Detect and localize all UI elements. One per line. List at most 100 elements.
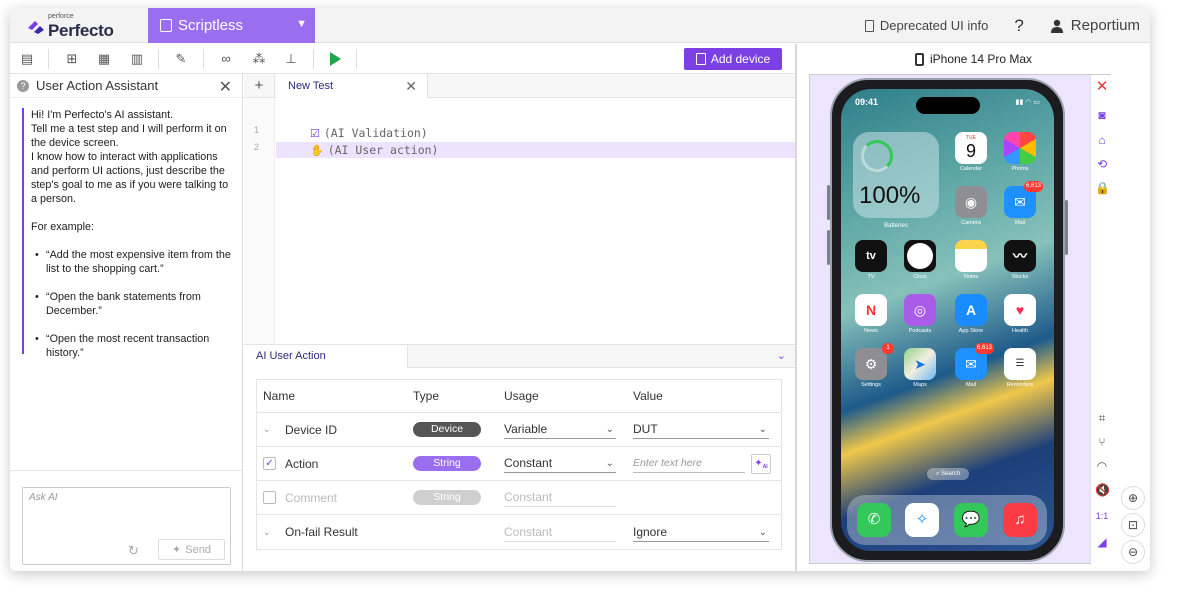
help-icon[interactable]: ? bbox=[1014, 16, 1023, 36]
mute-icon[interactable]: 🔇 bbox=[1095, 483, 1110, 497]
chevron-down-icon[interactable]: ⌄ bbox=[263, 527, 273, 538]
scan-icon[interactable]: ⌗ bbox=[1095, 411, 1109, 425]
mail-app[interactable]: ✉ 6,613 Mail bbox=[1004, 181, 1043, 226]
music-app-icon[interactable]: ♫ bbox=[1003, 503, 1037, 537]
news-app[interactable]: N News bbox=[855, 294, 887, 334]
battery-widget[interactable]: 100% Batteries bbox=[853, 132, 939, 229]
camera-app[interactable]: ◉ Camera bbox=[955, 186, 987, 226]
edit-icon[interactable]: ✎ bbox=[173, 51, 189, 67]
chevron-down-icon[interactable]: ⌄ bbox=[263, 424, 273, 435]
ai-validation-icon: ☑ bbox=[310, 127, 320, 140]
module-selector[interactable]: Scriptless ▼ bbox=[148, 8, 315, 43]
test-file-icon[interactable]: ▤ bbox=[19, 51, 35, 67]
calendar-app[interactable]: TUE 9 Calendar bbox=[955, 132, 987, 172]
hierarchy-icon[interactable]: ⊥ bbox=[283, 51, 299, 67]
usage-select: Constant bbox=[504, 488, 616, 507]
add-step-icon[interactable]: ⊞ bbox=[64, 51, 80, 67]
usb-icon[interactable]: ⑂ bbox=[1095, 435, 1109, 449]
close-tab-icon[interactable]: ✕ bbox=[405, 74, 417, 98]
stocks-app[interactable]: 〰 Stocks bbox=[1004, 240, 1036, 280]
reminders-app[interactable]: ☰ Reminders bbox=[1004, 348, 1036, 388]
lock-icon[interactable]: 🔒 bbox=[1095, 181, 1110, 195]
document-icon bbox=[864, 19, 874, 32]
code-line-ai-user-action[interactable]: ✋ (AI User action) bbox=[276, 142, 795, 158]
tab-new-test[interactable]: New Test ✕ bbox=[276, 74, 428, 98]
search-icon: ⌕ bbox=[935, 471, 940, 477]
device-screen[interactable]: 09:41 ▮▮ ◠ ▭ 100% Batteries TUE 9 Calend… bbox=[841, 89, 1054, 551]
chevron-down-icon: ⌄ bbox=[758, 424, 767, 435]
usage-select[interactable]: Constant ⌄ bbox=[504, 454, 616, 473]
add-device-label: Add device bbox=[710, 52, 771, 66]
code-text: (AI Validation) bbox=[323, 126, 428, 140]
table-icon[interactable]: ▦ bbox=[96, 51, 112, 67]
param-name: Comment bbox=[285, 490, 338, 505]
home-search-pill[interactable]: ⌕ Search bbox=[927, 468, 969, 480]
maps-app[interactable]: ➤ Maps bbox=[904, 348, 936, 388]
app-window: perforce Perfecto Scriptless ▼ Deprecate… bbox=[10, 8, 1150, 571]
value-select[interactable]: DUT ⌄ bbox=[633, 420, 769, 439]
perfecto-logo[interactable]: perforce Perfecto bbox=[26, 13, 126, 40]
fit-screen-icon[interactable]: ⊡ bbox=[1121, 513, 1145, 537]
notes-app[interactable]: Notes bbox=[955, 240, 987, 280]
toolbar-divider bbox=[48, 49, 49, 69]
tv-app[interactable]: tv TV bbox=[855, 240, 887, 280]
settings-badge: 1 bbox=[882, 343, 894, 354]
collapse-icon[interactable]: ⌄ bbox=[777, 349, 786, 362]
messages-app-icon[interactable]: 💬 bbox=[954, 503, 988, 537]
calendar-icon[interactable]: ▥ bbox=[129, 51, 145, 67]
mail-app-2[interactable]: ✉ 6,613 Mail bbox=[955, 343, 994, 388]
phone-app-icon[interactable]: ✆ bbox=[857, 503, 891, 537]
app-store-app[interactable]: A App Store bbox=[955, 294, 987, 334]
ai-sparkle-icon: ✦ bbox=[754, 458, 763, 469]
tv-label: tv bbox=[866, 250, 876, 262]
action-text-input[interactable]: Enter text here bbox=[633, 454, 745, 473]
close-icon[interactable]: ✕ bbox=[219, 77, 232, 97]
deprecated-ui-link[interactable]: Deprecated UI info bbox=[864, 18, 988, 33]
scriptless-icon bbox=[160, 19, 172, 32]
ratio-toggle[interactable]: 1:1 bbox=[1095, 509, 1109, 523]
line-number: 1 bbox=[254, 125, 260, 135]
screenshot-icon[interactable]: ◙ bbox=[1095, 108, 1109, 122]
ai-sparkle-button[interactable]: ✦AI bbox=[751, 454, 771, 474]
new-tab-button[interactable]: + bbox=[244, 74, 275, 98]
health-app[interactable]: ♥ Health bbox=[1004, 294, 1036, 334]
clock-app[interactable]: Clock bbox=[904, 240, 936, 280]
code-line-ai-validation[interactable]: ☑ (AI Validation) bbox=[276, 125, 795, 141]
checkbox-unchecked[interactable] bbox=[263, 491, 276, 504]
zoom-in-icon[interactable]: ⊕ bbox=[1121, 486, 1145, 510]
wifi-icon[interactable]: ◠ bbox=[1095, 459, 1109, 473]
close-device-icon[interactable]: ✕ bbox=[1095, 79, 1109, 94]
loop-icon[interactable]: ∞ bbox=[218, 51, 234, 67]
divider bbox=[10, 470, 242, 471]
safari-app-icon[interactable]: ✧ bbox=[905, 503, 939, 537]
home-icon[interactable]: ⌂ bbox=[1095, 133, 1109, 147]
app-label: Mail bbox=[1014, 220, 1026, 226]
value-text: Ignore bbox=[633, 524, 668, 539]
settings-app[interactable]: ⚙ 1 Settings bbox=[855, 343, 894, 388]
photos-app[interactable]: Photos bbox=[1004, 132, 1036, 172]
help-circle-icon: ? bbox=[17, 79, 29, 92]
send-button[interactable]: ✦ Send bbox=[158, 539, 225, 560]
add-device-button[interactable]: Add device bbox=[684, 48, 782, 70]
assistant-message: Hi! I'm Perfecto's AI assistant. Tell me… bbox=[22, 108, 237, 359]
column-header: Value bbox=[633, 389, 663, 403]
zoom-out-icon[interactable]: ⊖ bbox=[1121, 540, 1145, 564]
chevron-down-icon: ⌄ bbox=[605, 424, 614, 435]
value-select[interactable]: Ignore ⌄ bbox=[633, 523, 769, 542]
ask-ai-placeholder: Ask AI bbox=[29, 492, 58, 503]
rotate-icon[interactable]: ⟲ bbox=[1095, 157, 1109, 171]
ask-ai-input[interactable]: Ask AI ↻ ✦ Send bbox=[22, 487, 231, 565]
podcasts-app[interactable]: ◎ Podcasts bbox=[904, 294, 936, 334]
tab-ai-user-action[interactable]: AI User Action bbox=[244, 345, 408, 368]
resize-corner-icon[interactable]: ◢ bbox=[1095, 535, 1109, 549]
toolbar-divider bbox=[158, 49, 159, 69]
battery-percent: 100% bbox=[859, 182, 921, 209]
branch-icon[interactable]: ⁂ bbox=[251, 51, 267, 67]
usage-select[interactable]: Variable ⌄ bbox=[504, 420, 616, 439]
play-icon[interactable] bbox=[330, 52, 341, 66]
refresh-icon[interactable]: ↻ bbox=[128, 543, 139, 559]
user-menu[interactable]: Reportium bbox=[1050, 17, 1140, 34]
phone-power-button bbox=[1065, 200, 1068, 255]
checkbox-checked[interactable]: ✓ bbox=[263, 457, 276, 470]
column-header: Name bbox=[263, 389, 296, 403]
